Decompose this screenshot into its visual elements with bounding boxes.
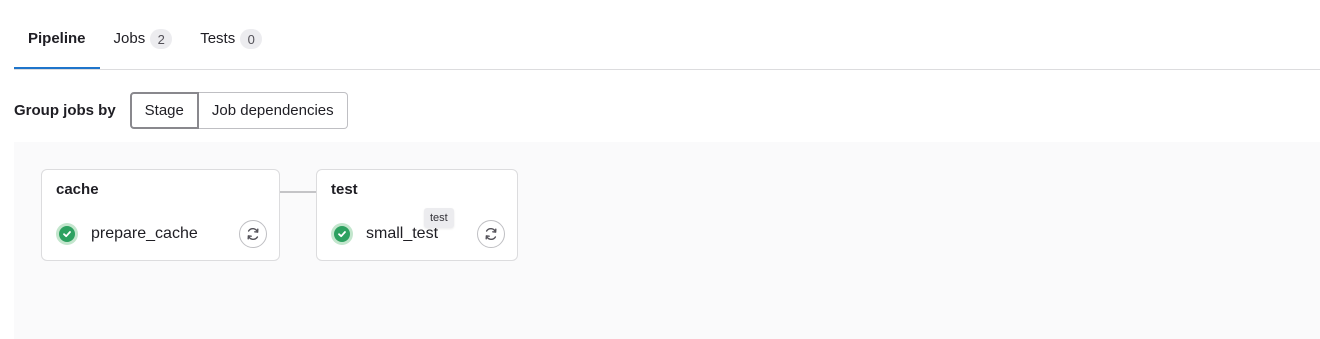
stage-connector: [280, 191, 316, 193]
status-success-icon: [56, 223, 78, 245]
retry-icon: [247, 228, 259, 240]
group-by-stage-button[interactable]: Stage: [129, 92, 199, 129]
tab-jobs[interactable]: Jobs 2: [100, 22, 187, 68]
group-by-job-dependencies-button[interactable]: Job dependencies: [198, 92, 348, 129]
tab-jobs-label: Jobs: [113, 30, 146, 47]
pipeline-page: Pipeline Jobs 2 Tests 0 Group jobs by St…: [0, 0, 1320, 339]
group-by-toggle: Stage Job dependencies: [129, 92, 348, 129]
job-item-prepare-cache[interactable]: prepare_cache: [56, 220, 198, 248]
stage-cache: cache prepare_cache: [41, 169, 280, 261]
pipeline-graph: cache prepare_cache test small_test test: [14, 142, 1320, 339]
pipeline-tabs: Pipeline Jobs 2 Tests 0: [14, 22, 1320, 70]
tab-pipeline-label: Pipeline: [28, 30, 86, 47]
tab-pipeline[interactable]: Pipeline: [14, 22, 100, 69]
tab-tests-label: Tests: [200, 30, 236, 47]
stage-test: test small_test test: [316, 169, 518, 261]
stage-title: test: [331, 181, 358, 198]
group-jobs-by: Group jobs by Stage Job dependencies: [14, 92, 348, 129]
group-jobs-by-label: Group jobs by: [14, 102, 116, 119]
stage-title: cache: [56, 181, 99, 198]
job-item-small-test[interactable]: small_test: [331, 220, 438, 248]
retry-icon: [485, 228, 497, 240]
tab-tests[interactable]: Tests 0: [186, 22, 276, 68]
job-name[interactable]: prepare_cache: [91, 225, 198, 243]
tests-count-badge: 0: [240, 29, 263, 49]
retry-job-button[interactable]: [239, 220, 267, 248]
job-tooltip: test: [424, 208, 454, 228]
jobs-count-badge: 2: [150, 29, 173, 49]
retry-job-button[interactable]: [477, 220, 505, 248]
status-success-icon: [331, 223, 353, 245]
